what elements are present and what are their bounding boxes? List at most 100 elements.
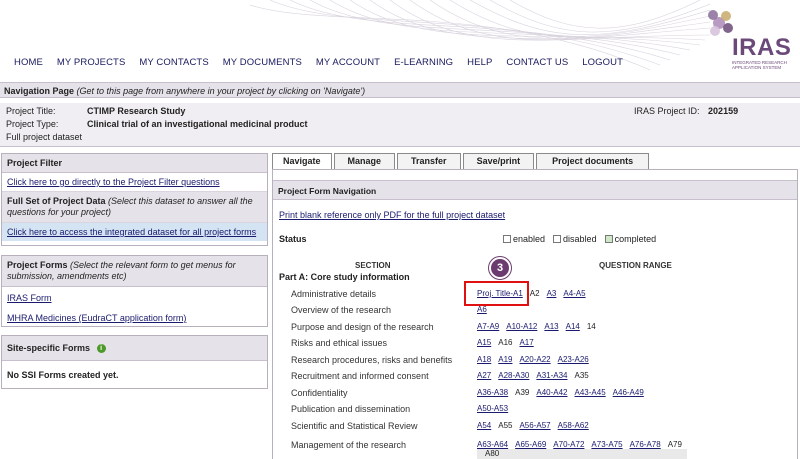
section-row: Scientific and Statistical Review A54 A55 A… (273, 419, 799, 435)
nav-my-contacts[interactable]: MY CONTACTS (139, 57, 208, 68)
question-range-link[interactable]: A17 (519, 338, 533, 347)
tab-project-documents[interactable]: Project documents (536, 153, 650, 169)
logo-flower-icon (708, 10, 733, 36)
question-range-link[interactable]: A3 (547, 289, 557, 298)
section-row: Recruitment and informed consent A27 A28-A… (273, 369, 799, 385)
section-row: Purpose and design of the research A7-A9 A… (273, 320, 799, 336)
section-name: Publication and dissemination (291, 404, 411, 414)
question-range-links: A7-A9 A10-A12 A13 A14 14 (477, 322, 603, 331)
question-range-link[interactable]: A28-A30 (498, 371, 529, 380)
question-range-link[interactable]: A18 (477, 355, 491, 364)
navigation-page-bar: Navigation Page (Get to this page from a… (0, 82, 800, 98)
question-range-link[interactable]: A14 (566, 322, 580, 331)
question-range-link[interactable]: A7-A9 (477, 322, 499, 331)
question-range-link[interactable]: A70-A72 (553, 440, 584, 449)
question-range-link[interactable]: A27 (477, 371, 491, 380)
legend-completed-swatch (604, 235, 613, 243)
question-range-text: A35 (574, 371, 589, 380)
tab-navigate[interactable]: Navigate (272, 153, 332, 169)
logo-wordmark: IRAS (732, 34, 792, 61)
question-range-link[interactable]: A56-A57 (519, 421, 550, 430)
question-range-link[interactable]: A50-A53 (477, 404, 508, 413)
question-range-links: A54 A55 A56-A57 A58-A62 (477, 421, 596, 430)
question-range-links: A27 A28-A30 A31-A34 A35 (477, 371, 596, 380)
section-name: Confidentiality (291, 388, 348, 398)
section-name: Research procedures, risks and benefits (291, 355, 453, 365)
tab-save-print[interactable]: Save/print (462, 153, 535, 169)
legend-enabled-swatch (503, 235, 511, 243)
section-row: Research procedures, risks and benefits A… (273, 353, 799, 369)
question-range-link[interactable]: A23-A26 (558, 355, 589, 364)
nav-home[interactable]: HOME (14, 57, 43, 68)
question-range-links: A6 (477, 305, 494, 314)
status-legend-row: Status enabled disabled completed (279, 234, 793, 244)
legend-enabled: enabled (503, 234, 545, 244)
nav-logout[interactable]: LOGOUT (582, 57, 623, 68)
nav-my-projects[interactable]: MY PROJECTS (57, 57, 126, 68)
navigation-page-hint: (Get to this page from anywhere in your … (76, 86, 366, 96)
step-number-badge: 3 (489, 257, 511, 279)
section-row: Confidentiality A36-A38 A39 A40-A42 A43-A45 A… (273, 386, 799, 402)
nav-help[interactable]: HELP (467, 57, 492, 68)
info-icon[interactable]: i (96, 344, 106, 354)
status-label: Status (279, 234, 307, 244)
section-name: Overview of the research (291, 305, 392, 315)
nav-my-account[interactable]: MY ACCOUNT (316, 57, 380, 68)
question-range-link[interactable]: A31-A34 (536, 371, 567, 380)
question-range-link[interactable]: A13 (544, 322, 558, 331)
question-range-text: A79 (667, 440, 682, 449)
question-range-link[interactable]: A6 (477, 305, 487, 314)
status-legend: enabled disabled completed (503, 234, 656, 244)
question-range-link[interactable]: A76-A78 (630, 440, 661, 449)
iras-form-link[interactable]: IRAS Form (7, 293, 52, 303)
site-specific-heading: Site-specific Forms (7, 343, 91, 353)
tab-manage[interactable]: Manage (333, 153, 396, 169)
nav-contact-us[interactable]: CONTACT US (506, 57, 568, 68)
section-row: Administrative details Proj. Title-A1 A2 A3… (273, 287, 799, 303)
highlight-box (464, 281, 529, 306)
iras-id-value: 202159 (708, 106, 739, 116)
top-navigation: HOME MY PROJECTS MY CONTACTS MY DOCUMENT… (14, 57, 637, 68)
section-name: Recruitment and informed consent (291, 371, 429, 381)
header: HOME MY PROJECTS MY CONTACTS MY DOCUMENT… (0, 0, 800, 75)
question-range-link[interactable]: A46-A49 (613, 388, 644, 397)
project-forms-panel: Project Forms (Select the relevant form … (1, 255, 268, 327)
project-type-value: Clinical trial of an investigational med… (87, 119, 308, 129)
question-range-link[interactable]: A19 (498, 355, 512, 364)
question-range-link[interactable]: A65-A69 (515, 440, 546, 449)
print-blank-pdf-link[interactable]: Print blank reference only PDF for the f… (279, 210, 505, 220)
nav-e-learning[interactable]: E-LEARNING (394, 57, 453, 68)
question-range-column-header: QUESTION RANGE (599, 261, 672, 270)
question-range-overflow[interactable]: A80 (477, 449, 687, 459)
tab-transfer[interactable]: Transfer (397, 153, 461, 169)
question-range-link[interactable]: A54 (477, 421, 491, 430)
project-dataset-label: Full project dataset (6, 132, 83, 142)
project-filter-panel: Project Filter Click here to go directly… (1, 153, 268, 246)
question-range-link[interactable]: A63-A64 (477, 440, 508, 449)
question-range-links: A63-A64 A65-A69 A70-A72 A73-A75 A76-A78 A79 (477, 440, 689, 449)
integrated-dataset-link[interactable]: Click here to access the integrated data… (7, 227, 256, 237)
question-range-link[interactable]: A4-A5 (563, 289, 585, 298)
full-set-heading: Full Set of Project Data (7, 196, 106, 206)
mhra-medicines-link[interactable]: MHRA Medicines (EudraCT application form… (7, 313, 186, 323)
project-filter-link[interactable]: Click here to go directly to the Project… (7, 177, 220, 187)
nav-my-documents[interactable]: MY DOCUMENTS (223, 57, 302, 68)
question-range-link[interactable]: A40-A42 (536, 388, 567, 397)
navigation-page-title: Navigation Page (4, 86, 75, 96)
question-range-links: A18 A19 A20-A22 A23-A26 (477, 355, 596, 364)
project-type-label: Project Type: (6, 119, 59, 129)
iras-logo: IRAS INTEGRATED RESEARCH APPLICATION SYS… (702, 6, 798, 72)
part-a-title: Part A: Core study information (279, 272, 410, 282)
question-range-link[interactable]: A15 (477, 338, 491, 347)
project-forms-heading-row: Project Forms (Select the relevant form … (2, 256, 267, 287)
question-range-link[interactable]: A10-A12 (506, 322, 537, 331)
question-range-link[interactable]: A58-A62 (558, 421, 589, 430)
question-range-text: A55 (498, 421, 513, 430)
question-range-link[interactable]: A73-A75 (591, 440, 622, 449)
question-range-link[interactable]: A20-A22 (519, 355, 550, 364)
question-range-link[interactable]: A36-A38 (477, 388, 508, 397)
project-filter-heading: Project Filter (2, 154, 267, 173)
question-range-link[interactable]: A43-A45 (575, 388, 606, 397)
project-tabs: Navigate Manage Transfer Save/print Proj… (272, 153, 651, 169)
question-range-links: A36-A38 A39 A40-A42 A43-A45 A46-A49 (477, 388, 651, 397)
